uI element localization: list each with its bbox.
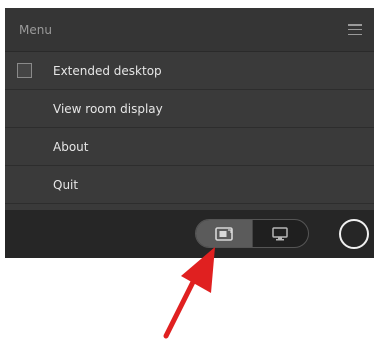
red-arrow-annotation: [163, 247, 215, 339]
